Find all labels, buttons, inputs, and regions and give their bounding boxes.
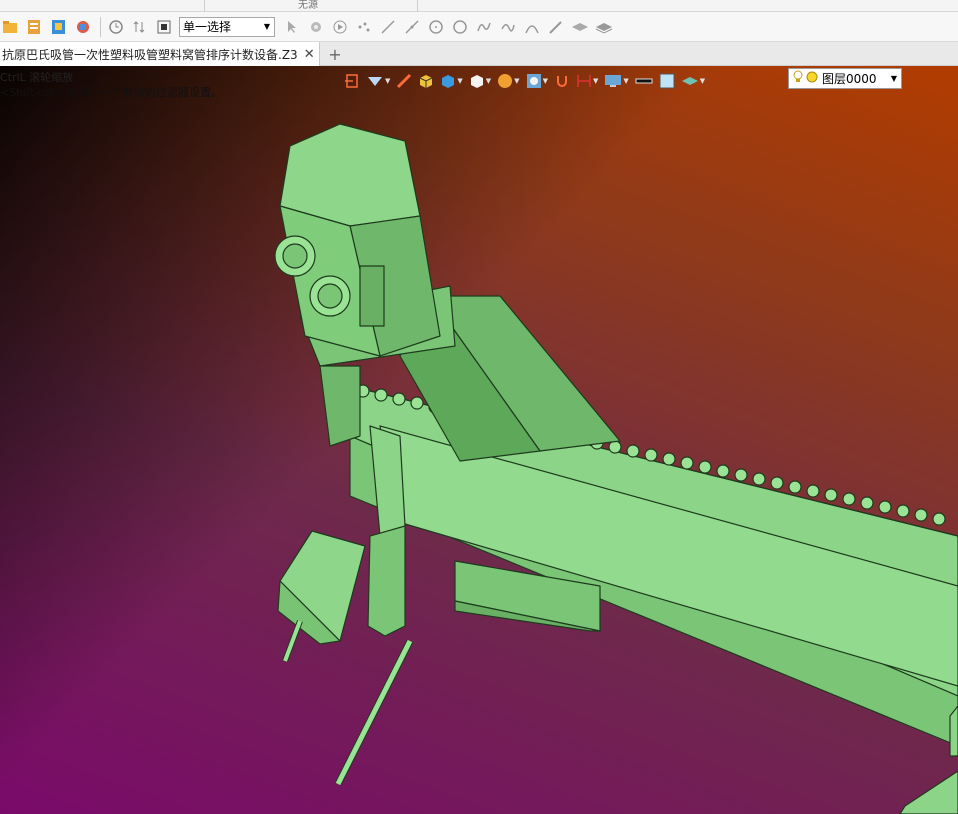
circle-icon[interactable]	[425, 16, 447, 38]
save-icon[interactable]	[72, 16, 94, 38]
message-line: CtrlL 滚轮缩放	[0, 71, 74, 84]
close-icon[interactable]: ✕	[304, 47, 315, 62]
import-icon[interactable]	[48, 16, 70, 38]
message-line: <Shift-roll> 选择下一个有效的过滤器设置。	[0, 86, 223, 99]
select-mode-value: 单一选择	[183, 19, 232, 34]
strip-caption: 无源	[298, 0, 318, 11]
display-cube-icon[interactable]: ▼	[440, 72, 463, 90]
view-toolbar: ▼ ▼ ▼ ▼ ▼ ▼ ▼ ▼	[344, 70, 711, 92]
layer-name: 图层0000	[822, 72, 877, 86]
face-color-icon[interactable]	[659, 72, 675, 90]
document-tab-title: 抗原巴氏吸管一次性塑料吸管塑料窝管排序计数设备.Z3	[2, 47, 298, 62]
line-icon[interactable]	[377, 16, 399, 38]
pointer-icon[interactable]	[281, 16, 303, 38]
chevron-down-icon[interactable]: ▼	[891, 74, 897, 83]
document-tab[interactable]: 抗原巴氏吸管一次性塑料吸管塑料窝管排序计数设备.Z3 ✕	[0, 42, 320, 66]
strip-segment	[0, 0, 205, 12]
layer-stack-icon[interactable]: ▼	[681, 72, 705, 90]
spline-icon[interactable]	[497, 16, 519, 38]
open-folder-icon[interactable]	[0, 16, 22, 38]
light-bulb-icon[interactable]	[793, 70, 803, 87]
point-icon[interactable]	[353, 16, 375, 38]
line-color-icon[interactable]	[635, 72, 653, 90]
curve-icon[interactable]	[473, 16, 495, 38]
layers2-icon[interactable]	[593, 16, 615, 38]
exit-icon[interactable]	[344, 72, 360, 90]
measure-icon[interactable]	[396, 72, 412, 90]
pen-icon[interactable]	[545, 16, 567, 38]
arc-icon[interactable]	[521, 16, 543, 38]
history-icon[interactable]	[105, 16, 127, 38]
filter-icon[interactable]	[305, 16, 327, 38]
3d-viewport[interactable]: CtrlL 滚轮缩放 <Shift-roll> 选择下一个有效的过滤器设置。 ▼…	[0, 66, 958, 814]
add-tab-button[interactable]: +	[326, 44, 344, 64]
line2-icon[interactable]	[401, 16, 423, 38]
render-icon[interactable]: ▼	[497, 72, 520, 90]
sort-icon[interactable]	[129, 16, 151, 38]
top-strip: 无源	[0, 0, 958, 12]
zoom-icon[interactable]: ▼	[526, 72, 548, 90]
play-icon[interactable]	[329, 16, 351, 38]
pick-filter-icon[interactable]: ▼	[366, 72, 390, 90]
dimension-icon[interactable]: ▼	[576, 72, 598, 90]
main-toolbar: 单一选择 ▼	[0, 12, 958, 42]
magnet-icon[interactable]	[554, 72, 570, 90]
status-message: CtrlL 滚轮缩放 <Shift-roll> 选择下一个有效的过滤器设置。	[0, 70, 222, 100]
chevron-down-icon: ▼	[263, 21, 270, 31]
export-icon[interactable]	[24, 16, 46, 38]
monitor-icon[interactable]: ▼	[604, 72, 629, 90]
stop-icon[interactable]	[153, 16, 175, 38]
document-tab-bar: 抗原巴氏吸管一次性塑料吸管塑料窝管排序计数设备.Z3 ✕ +	[0, 42, 958, 66]
toolbar-separator	[100, 16, 101, 37]
layer-selector[interactable]: 图层0000 ▼	[788, 68, 902, 89]
shaded-cube-icon[interactable]	[418, 72, 434, 90]
layers-icon[interactable]	[569, 16, 591, 38]
view-cube-icon[interactable]: ▼	[469, 72, 491, 90]
layer-color-icon	[806, 71, 818, 86]
select-mode-dropdown[interactable]: 单一选择 ▼	[179, 16, 275, 37]
circle2-icon[interactable]	[449, 16, 471, 38]
cad-model[interactable]	[0, 66, 958, 814]
